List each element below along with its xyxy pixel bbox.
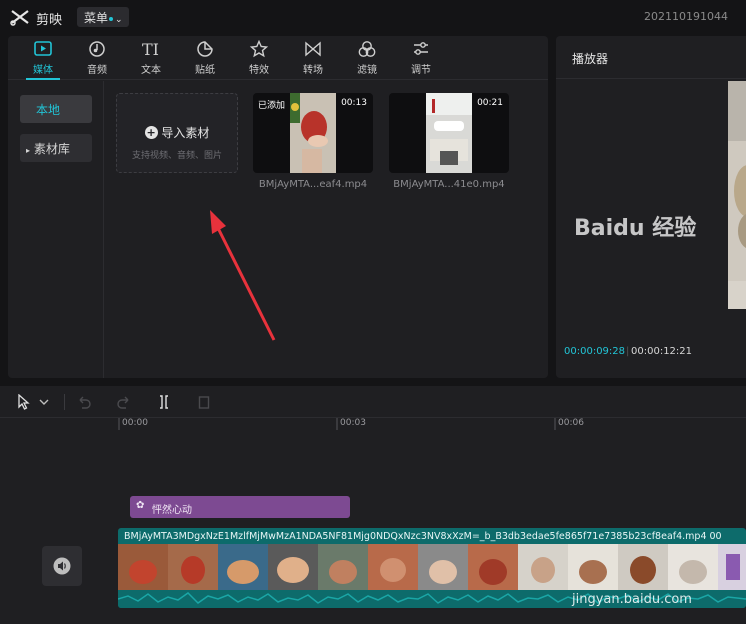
split-icon[interactable] [156,394,172,410]
svg-text:TI: TI [142,40,159,58]
clip-thumbnail [290,93,336,173]
tab-label: 音频 [87,65,107,76]
media-sidebar: 本地 ▸ 素材库 [8,81,104,378]
timeline-toolbar [0,386,746,418]
time-separator: | [626,346,630,357]
time-ruler[interactable]: 00:00 00:03 00:06 [118,418,746,432]
tab-label: 特效 [249,65,269,76]
delete-icon[interactable] [196,394,212,410]
clip-filename: BMjAyMTA...eaf4.mp4 [258,179,368,190]
transition-icon [305,41,321,57]
tab-label: 滤镜 [357,65,377,76]
media-icon [34,41,52,56]
filter-icon [358,41,376,57]
active-tab-indicator [26,78,60,80]
ruler-tick-label: 00:00 [122,418,148,428]
tab-label: 转场 [303,65,323,76]
video-track-filename: BMjAyMTA3MDgxNzE1MzlfMjMwMzA1NDA5NF81Mjg… [124,531,722,542]
chevron-down-icon[interactable] [38,394,50,410]
media-panel: 媒体 音频 TI 文本 贴纸 特效 转场 滤镜 调节 本地 ▸ 素材库 + 导入… [8,36,548,378]
tab-sticker[interactable]: 贴纸 [182,40,228,76]
track-mute-button[interactable] [42,546,82,586]
clip-thumbnail [426,93,472,173]
select-cursor-icon[interactable] [16,394,32,410]
media-tab-bar: 媒体 音频 TI 文本 贴纸 特效 转场 滤镜 调节 [8,36,548,80]
clip-duration: 00:13 [341,98,367,108]
timeline-panel: 00:00 00:03 00:06 ✿ 怦然心动 BMjAyMTA3MDgxNz… [0,386,746,624]
sidebar-item-library[interactable]: ▸ 素材库 [20,134,92,162]
menu-button[interactable]: 菜单 ⌄ [77,7,129,27]
import-label-text: 导入素材 [161,126,210,140]
import-media-button[interactable]: + 导入素材 支持视频、音频、图片 [116,93,238,173]
import-hint: 支持视频、音频、图片 [131,151,222,161]
sidebar-item-local[interactable]: 本地 [20,95,92,123]
watermark-url: jingyan.baidu.com [572,592,692,607]
player-title: 播放器 [572,52,609,66]
watermark-brand: Baidu 经验 [574,216,697,241]
sticker-icon [197,41,213,57]
sidebar-item-label: 素材库 [33,142,70,156]
effects-icon [249,40,269,58]
tab-transition[interactable]: 转场 [290,40,336,76]
tab-media[interactable]: 媒体 [20,40,66,76]
text-track-label: 怦然心动 [152,505,192,516]
undo-icon[interactable] [76,394,92,410]
menu-label: 菜单 [84,11,109,25]
tab-audio[interactable]: 音频 [74,40,120,76]
player-preview[interactable] [728,81,746,309]
redo-icon[interactable] [116,394,132,410]
tab-adjust[interactable]: 调节 [398,40,444,76]
ruler-ticks [118,418,556,430]
tab-label: 媒体 [33,65,53,76]
tab-filter[interactable]: 滤镜 [344,40,390,76]
divider [556,78,746,79]
speaker-icon [53,557,71,575]
video-frames [118,544,746,590]
total-time: 00:00:12:21 [631,346,693,357]
audio-icon [89,41,105,57]
chevron-down-icon: ⌄ [115,15,123,25]
media-clip-1[interactable]: 已添加 00:13 [253,93,373,173]
plus-icon: + [144,126,158,139]
tab-text[interactable]: TI 文本 [128,40,174,76]
added-badge: 已添加 [258,101,286,111]
ruler-tick-label: 00:03 [340,418,366,428]
tab-effects[interactable]: 特效 [236,40,282,76]
top-bar: 剪映 菜单 ⌄ 202110191044 [0,0,746,34]
tab-label: 调节 [411,65,431,76]
media-clip-2[interactable]: 00:21 [389,93,509,173]
tab-label: 文本 [141,65,161,76]
app-name: 剪映 [36,13,63,28]
caret-right-icon: ▸ [26,146,31,155]
import-label: + 导入素材 [117,124,237,141]
text-icon: TI [142,40,159,58]
text-effect-icon: ✿ [136,500,145,511]
app-logo-icon [10,10,29,26]
project-id: 202110191044 [644,10,728,23]
player-panel: 播放器 00:00:09:28 | 00:00:12:21 [556,36,746,378]
toolbar-divider [64,394,65,410]
adjust-icon [414,42,428,55]
clip-filename: BMjAyMTA...41e0.mp4 [393,179,505,190]
notification-dot [109,16,114,21]
ruler-tick-label: 00:06 [558,418,584,428]
current-time: 00:00:09:28 [564,346,626,357]
tab-label: 贴纸 [195,65,215,76]
annotation-arrow [210,210,276,341]
text-track-clip[interactable]: ✿ 怦然心动 [130,496,350,518]
clip-duration: 00:21 [477,98,503,108]
